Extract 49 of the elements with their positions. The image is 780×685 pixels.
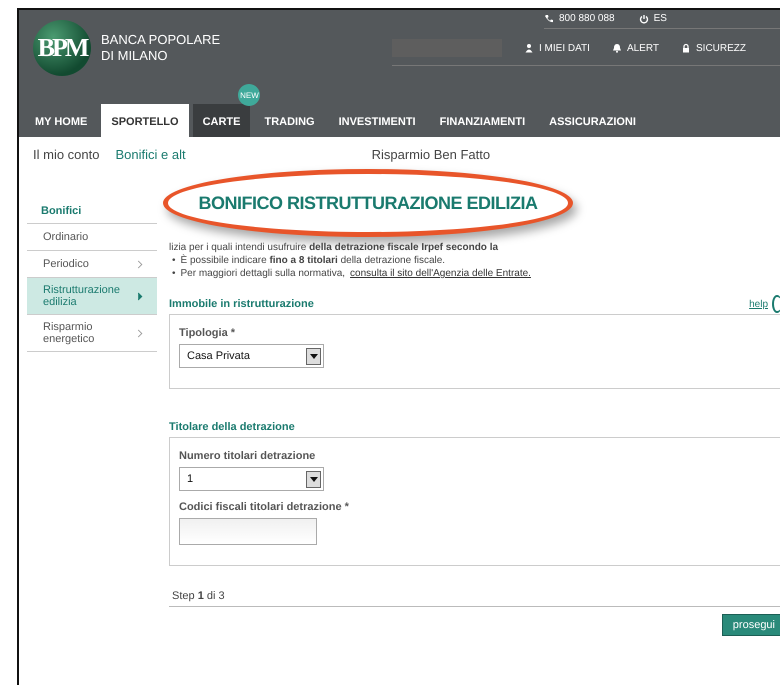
nav-tab[interactable]: SPORTELLO	[101, 104, 189, 137]
field-label: Codici fiscali titolari detrazione *	[179, 501, 350, 513]
bullet-marker: •	[172, 267, 176, 280]
intro-text: lizia per i quali intendi usufruire della detrazione fiscale Irpef secondo la	[169, 241, 500, 254]
nav-tab[interactable]: MY HOME	[25, 104, 98, 137]
bullet-text: Per maggiori dettagli sulla normativa,	[180, 267, 346, 280]
section-title: Titolare della detrazione	[169, 421, 296, 433]
subnav-link[interactable]: Bonifici e alt	[115, 147, 186, 163]
subnav-link[interactable]: Risparmio Ben Fatto	[372, 147, 490, 163]
utility-link[interactable]: ALERT	[612, 42, 659, 54]
help-link[interactable]: help	[749, 298, 768, 310]
select-field[interactable]: Casa Privata	[179, 344, 324, 368]
sidebar-item[interactable]: Risparmio energetico	[27, 315, 157, 352]
phone-number: 800 880 088	[559, 13, 615, 24]
lock-icon	[681, 43, 691, 53]
power-icon	[638, 14, 649, 24]
nav-tab[interactable]: CARTE	[192, 104, 250, 137]
user-icon	[524, 43, 534, 53]
bullet-marker: •	[172, 254, 176, 267]
sidebar-title: Bonifici	[27, 193, 157, 224]
nav-tab[interactable]: ASSICURAZIONI	[539, 104, 646, 137]
agency-link[interactable]: consulta il sito dell'Agenzia delle Entrate.	[350, 267, 531, 280]
utility-link[interactable]: I MIEI DATI	[524, 42, 590, 54]
section-title: Immobile in ristrutturazione	[169, 298, 315, 310]
sidebar-item[interactable]: Ristrutturazione edilizia	[27, 278, 157, 315]
select-field[interactable]: 1	[179, 467, 324, 491]
dropdown-icon[interactable]	[306, 470, 321, 488]
bank-name: DI MILANO	[101, 48, 168, 64]
input-field[interactable]	[179, 518, 317, 545]
bullet-text: È possibile indicare fino a 8 titolari della detrazione fiscale.	[180, 254, 446, 267]
sidebar-item[interactable]: Ordinario	[27, 224, 157, 251]
nav-tab[interactable]: INVESTIMENTI	[328, 104, 426, 137]
nav-tab[interactable]: FINANZIAMENTI	[430, 104, 536, 137]
field-label: Tipologia *	[179, 327, 236, 339]
continue-button[interactable]: prosegui	[722, 614, 780, 636]
callout-title: BONIFICO RISTRUTTURAZIONE EDILIZIA	[198, 192, 538, 214]
utility-link[interactable]: SICUREZZ	[681, 42, 746, 54]
phone-icon	[544, 14, 554, 24]
help-icon[interactable]	[772, 295, 780, 313]
field-label: Numero titolari detrazione	[179, 450, 316, 462]
step-indicator: Step 1 di 3	[169, 590, 780, 607]
subnav-link[interactable]: Il mio conto	[33, 147, 100, 163]
bank-name: BANCA POPOLARE	[101, 32, 220, 48]
nav-tab[interactable]: TRADING	[254, 104, 325, 137]
logo[interactable]: BPM	[33, 20, 91, 76]
exit-link[interactable]: ES	[638, 13, 667, 24]
new-badge: NEW	[238, 84, 260, 106]
dropdown-icon[interactable]	[306, 348, 321, 364]
bell-icon	[612, 43, 622, 53]
